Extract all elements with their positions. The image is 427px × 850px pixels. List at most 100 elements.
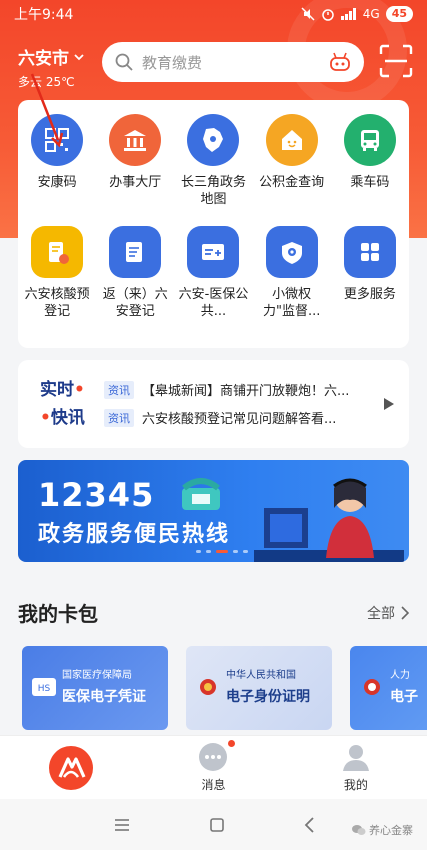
- service-item-nucleic-registration[interactable]: 六安核酸预登记: [18, 226, 96, 338]
- card-social-security[interactable]: 人力 电子: [350, 646, 427, 730]
- app-logo-icon: [49, 745, 94, 790]
- tab-label: 我的: [343, 778, 368, 792]
- wallet-more-link[interactable]: 全部: [367, 603, 409, 623]
- national-emblem-icon: [200, 679, 216, 695]
- status-time: 上午9:44: [14, 7, 74, 23]
- card-org: 人力: [390, 670, 410, 681]
- government-building-icon: [109, 114, 162, 166]
- service-label: 安康码: [37, 175, 77, 190]
- wechat-icon: [352, 825, 366, 835]
- carousel-dot-active[interactable]: [216, 550, 228, 553]
- service-item-yangtze-map[interactable]: 长三角政务地图: [174, 114, 252, 226]
- carousel-dot[interactable]: [243, 550, 248, 553]
- status-bar: 上午9:44 4G 45: [0, 0, 427, 28]
- search-bar[interactable]: 教育缴费: [102, 42, 364, 82]
- service-label: 六安核酸预登记: [24, 287, 90, 319]
- carousel-dot[interactable]: [233, 550, 238, 553]
- wallet-more-label: 全部: [367, 605, 395, 622]
- service-item-ankang-code[interactable]: 安康码: [18, 114, 96, 226]
- card-name: 电子身份证明: [226, 689, 310, 705]
- customer-service-illustration: [254, 478, 404, 562]
- search-placeholder: 教育缴费: [142, 53, 203, 72]
- watermark-text: 养心金寨: [369, 824, 413, 837]
- card-electronic-id[interactable]: 中华人民共和国 电子身份证明: [186, 646, 332, 730]
- wallet-cards: HS 国家医疗保障局 医保电子凭证 中华人民共和国 电子身份证明 人力 电子: [22, 646, 427, 730]
- signal-icon: [340, 8, 356, 20]
- news-ticker[interactable]: 实时• •快讯 资讯 【皋城新闻】商铺开门放鞭炮！六... 资讯 六安核酸预登记…: [18, 360, 409, 448]
- tab-profile[interactable]: 我的: [285, 736, 427, 799]
- tab-label: 消息: [201, 778, 226, 792]
- logo-dot: •: [40, 408, 51, 428]
- service-item-power-supervision[interactable]: 小微权力"监督...: [253, 226, 331, 338]
- robot-assistant-icon[interactable]: [328, 50, 352, 74]
- supervision-eye-icon: [265, 226, 318, 278]
- service-item-service-hall[interactable]: 办事大厅: [96, 114, 174, 226]
- back-icon[interactable]: [304, 816, 314, 833]
- service-label: 六安-医保公共...: [178, 287, 249, 319]
- watermark: 养心金寨: [352, 822, 413, 838]
- chevron-down-icon: [74, 53, 84, 60]
- medical-card-icon: [187, 226, 240, 278]
- service-item-medical-insurance[interactable]: 六安-医保公共...: [174, 226, 252, 338]
- house-icon: [265, 114, 318, 166]
- hr-emblem-icon: [364, 679, 380, 695]
- wallet-title: 我的卡包: [18, 602, 98, 626]
- service-label: 办事大厅: [109, 175, 162, 190]
- service-grid: 安康码 办事大厅 长三角政务地图 公积金查询 乘车码 六安核酸预登记 返（来）六…: [18, 100, 409, 348]
- qr-code-icon: [31, 114, 84, 166]
- telephone-icon: [182, 478, 220, 510]
- news-item[interactable]: 资讯 【皋城新闻】商铺开门放鞭炮！六...: [104, 380, 374, 399]
- play-arrow-icon[interactable]: [383, 397, 395, 411]
- service-label: 乘车码: [350, 175, 390, 190]
- weather-info: 多云 25℃: [18, 75, 75, 89]
- city-selector[interactable]: 六安市 多云 25℃: [18, 44, 85, 90]
- alarm-icon: [322, 9, 334, 21]
- news-item[interactable]: 资讯 六安核酸预登记常见问题解答看...: [104, 408, 374, 427]
- scan-icon[interactable]: [379, 44, 413, 78]
- home-square-icon[interactable]: [209, 817, 224, 832]
- news-logo-bottom: 快讯: [50, 408, 85, 428]
- bus-icon: [343, 114, 396, 166]
- map-region-icon: [187, 114, 240, 166]
- banner-title: 政务服务便民热线: [38, 522, 231, 547]
- news-text: 【皋城新闻】商铺开门放鞭炮！六...: [142, 384, 350, 399]
- service-label: 返（来）六安登记: [102, 287, 168, 319]
- svg-text:HS: HS: [38, 684, 51, 694]
- status-icons: 4G 45: [301, 6, 413, 22]
- service-item-bus-code[interactable]: 乘车码: [331, 114, 409, 226]
- service-item-more[interactable]: 更多服务: [331, 226, 409, 338]
- tab-home[interactable]: [0, 736, 142, 799]
- carousel-dot[interactable]: [206, 550, 211, 553]
- search-icon: [115, 53, 133, 71]
- network-type: 4G: [362, 7, 380, 21]
- message-bubble-icon: [199, 743, 228, 771]
- service-label: 更多服务: [343, 287, 396, 302]
- register-form-icon: [109, 226, 162, 278]
- service-item-return-registration[interactable]: 返（来）六安登记: [96, 226, 174, 338]
- carousel-dot[interactable]: [196, 550, 201, 553]
- menu-icon[interactable]: [114, 818, 130, 832]
- mute-icon: [301, 7, 315, 21]
- news-tag: 资讯: [104, 408, 134, 427]
- card-medical-insurance[interactable]: HS 国家医疗保障局 医保电子凭证: [22, 646, 168, 730]
- unread-badge: [228, 740, 236, 747]
- logo-dot: •: [74, 380, 85, 400]
- wallet-header: 我的卡包 全部: [18, 598, 409, 627]
- card-org: 中华人民共和国: [226, 670, 296, 681]
- tab-messages[interactable]: 消息: [142, 736, 284, 799]
- banner-number: 12345: [38, 476, 155, 514]
- battery-indicator: 45: [385, 6, 413, 22]
- bottom-tab-bar: 消息 我的: [0, 735, 427, 799]
- news-logo-top: 实时: [40, 380, 74, 400]
- hotline-banner[interactable]: 12345 政务服务便民热线: [18, 460, 409, 562]
- user-icon: [342, 745, 369, 771]
- news-tag: 资讯: [104, 380, 134, 399]
- carousel-dots: [196, 550, 248, 553]
- service-label: 长三角政务地图: [180, 175, 246, 207]
- service-label: 公积金查询: [259, 175, 325, 190]
- nhsa-logo-icon: HS: [32, 678, 56, 696]
- card-name: 医保电子凭证: [62, 689, 146, 705]
- service-item-housing-fund[interactable]: 公积金查询: [253, 114, 331, 226]
- chevron-right-icon: [401, 605, 409, 620]
- card-name: 电子: [390, 689, 418, 705]
